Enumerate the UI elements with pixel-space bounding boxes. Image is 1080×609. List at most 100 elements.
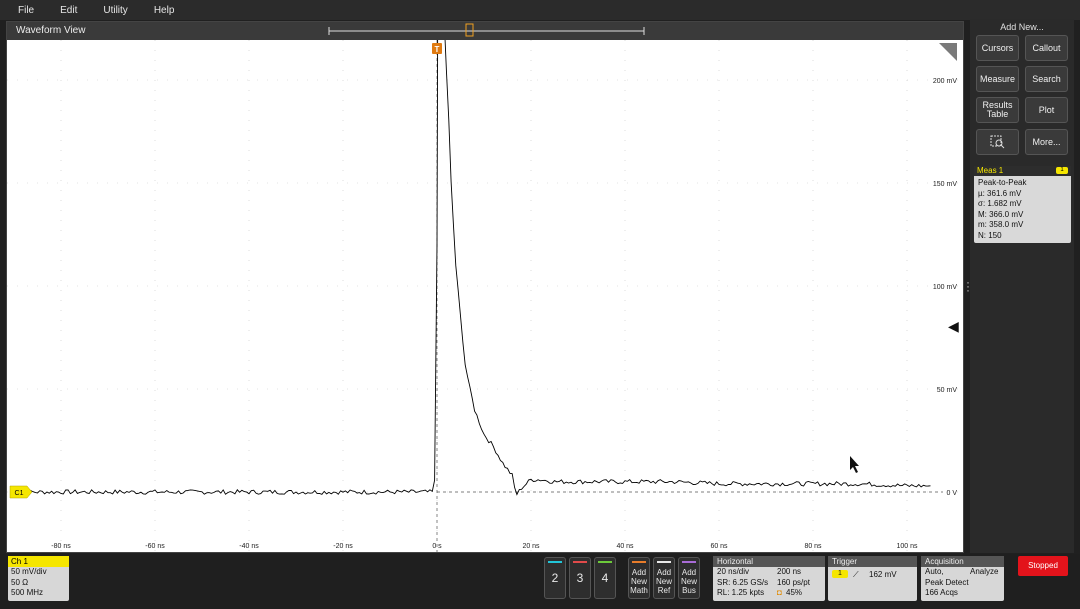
waveform-plot[interactable]: 400 mV350 mV300 mV250 mV200 mV150 mV100 … (7, 40, 963, 552)
y-tick-label: 0 V (946, 490, 957, 497)
x-tick-label: 60 ns (710, 543, 728, 550)
horizontal-badge[interactable]: Horizontal 20 ns/div 200 ns SR: 6.25 GS/s… (713, 556, 825, 601)
meas-header: Meas 1 1 (974, 166, 1071, 176)
channel-1-badge[interactable]: Ch 1 50 mV/div 50 Ω 500 MHz (8, 556, 69, 601)
channel-4-button[interactable]: 4 (594, 557, 616, 599)
y-tick-label: 100 mV (933, 284, 957, 291)
y-tick-label: 150 mV (933, 181, 957, 188)
trigger-badge[interactable]: Trigger 1 ⟋ 162 mV (828, 556, 917, 601)
view-options-icon (939, 43, 957, 61)
settings-bar: Ch 1 50 mV/div 50 Ω 500 MHz 2 3 4 Add New… (0, 554, 1080, 609)
waveform-view: Waveform View 400 mV350 mV300 mV250 mV20… (6, 21, 964, 553)
trigger-position-pct: 45% (786, 588, 803, 597)
menu-utility[interactable]: Utility (103, 5, 127, 16)
meas-max: M: 366.0 mV (978, 209, 1024, 219)
horizontal-scale: 20 ns/div (717, 567, 750, 576)
add-math-l2: New (630, 577, 647, 586)
horizontal-title: Horizontal (713, 556, 825, 567)
callout-button[interactable]: Callout (1025, 35, 1068, 61)
waveform-trace (13, 40, 931, 496)
reference-arrow-icon: ◀ (948, 318, 959, 334)
right-panel: Add New... Cursors Callout Measure Searc… (970, 19, 1074, 553)
add-new-title: Add New... (1000, 22, 1044, 32)
ch1-impedance: 50 Ω (11, 577, 29, 587)
acquisition-title: Acquisition (921, 556, 1004, 567)
meas-sigma: σ: 1.682 mV (978, 199, 1022, 208)
add-new-math-button[interactable]: Add New Math (628, 557, 650, 599)
add-bus-l2: New (680, 577, 697, 586)
zoom-icon (990, 135, 1004, 149)
add-math-l3: Math (630, 586, 648, 595)
x-tick-label: -40 ns (239, 543, 259, 550)
meas-source-badge: 1 (1056, 167, 1068, 174)
meas-count: N: 150 (978, 230, 1002, 240)
channel-2-button[interactable]: 2 (544, 557, 566, 599)
ch3-label: 3 (576, 571, 584, 585)
menu-edit[interactable]: Edit (60, 5, 77, 16)
y-tick-label: 50 mV (937, 387, 958, 394)
trigger-level: 162 mV (869, 570, 897, 579)
meas-min: m: 358.0 mV (978, 220, 1024, 229)
waveform-titlebar: Waveform View (7, 22, 963, 40)
mouse-pointer-icon (850, 456, 859, 473)
trigger-title: Trigger (828, 556, 917, 567)
rising-edge-icon: ⟋ (853, 570, 859, 579)
ch1-scale: 50 mV/div (11, 567, 47, 576)
x-tick-label: 20 ns (522, 543, 540, 550)
acq-analyze: Analyze (970, 567, 999, 576)
x-tick-label: -60 ns (145, 543, 165, 550)
menu-bar: File Edit Utility Help (0, 0, 1080, 20)
x-tick-label: -20 ns (333, 543, 353, 550)
add-math-l1: Add (631, 568, 647, 577)
sample-rate: SR: 6.25 GS/s (717, 577, 769, 587)
meas-title: Meas 1 (977, 166, 1004, 175)
trigger-position-icon: ◘ (777, 588, 782, 597)
record-overview[interactable] (7, 22, 963, 40)
more-button[interactable]: More... (1025, 129, 1068, 155)
x-tick-label: -80 ns (51, 543, 71, 550)
x-tick-label: 80 ns (804, 543, 822, 550)
add-ref-l2: New (655, 577, 672, 586)
record-position-marker (465, 23, 474, 37)
menu-help[interactable]: Help (154, 5, 175, 16)
record-length: RL: 1.25 kpts (717, 588, 765, 597)
add-bus-l3: Bus (682, 586, 696, 595)
meas-1-badge[interactable]: Meas 1 1 Peak-to-Peak µ: 361.6 mV σ: 1.6… (974, 166, 1071, 243)
horizontal-position: 200 ns (777, 567, 802, 576)
trigger-marker-label: T (435, 45, 440, 54)
scope-app: File Edit Utility Help Waveform View 400… (0, 0, 1080, 609)
add-new-bus-button[interactable]: Add New Bus (678, 557, 700, 599)
ch2-label: 2 (551, 571, 559, 585)
add-ref-l1: Add (656, 568, 672, 577)
plot-button[interactable]: Plot (1025, 97, 1068, 123)
menu-file[interactable]: File (18, 5, 34, 16)
measure-button[interactable]: Measure (976, 66, 1019, 92)
meas-mean: µ: 361.6 mV (978, 188, 1022, 198)
x-tick-label: 40 ns (616, 543, 634, 550)
acquisition-badge[interactable]: Acquisition Auto, Analyze Peak Detect 166… (921, 556, 1004, 601)
cursors-button[interactable]: Cursors (976, 35, 1019, 61)
channel-1-marker-label: C1 (15, 490, 24, 497)
acq-count: 166 Acqs (925, 588, 958, 597)
add-ref-l3: Ref (657, 586, 671, 595)
x-tick-label: 100 ns (896, 543, 918, 550)
acq-mode: Auto, (925, 567, 944, 576)
ch1-title: Ch 1 (8, 556, 69, 567)
ch1-bandwidth: 500 MHz (11, 588, 44, 597)
y-tick-label: 200 mV (933, 78, 957, 85)
search-button[interactable]: Search (1025, 66, 1068, 92)
ch4-label: 4 (601, 571, 609, 585)
results-table-button[interactable]: Results Table (976, 97, 1019, 123)
acq-detect: Peak Detect (925, 577, 969, 587)
run-stop-status[interactable]: Stopped (1018, 556, 1068, 576)
results-line2: Table (986, 109, 1009, 119)
zoom-button[interactable] (976, 129, 1019, 155)
x-tick-label: 0 s (432, 543, 442, 550)
meas-type: Peak-to-Peak (978, 178, 1027, 187)
add-new-ref-button[interactable]: Add New Ref (653, 557, 675, 599)
add-bus-l1: Add (681, 568, 697, 577)
channel-3-button[interactable]: 3 (569, 557, 591, 599)
time-per-point: 160 ps/pt (777, 577, 810, 587)
trigger-source: 1 (832, 570, 848, 578)
waveform-graticule[interactable]: 400 mV350 mV300 mV250 mV200 mV150 mV100 … (7, 40, 963, 552)
